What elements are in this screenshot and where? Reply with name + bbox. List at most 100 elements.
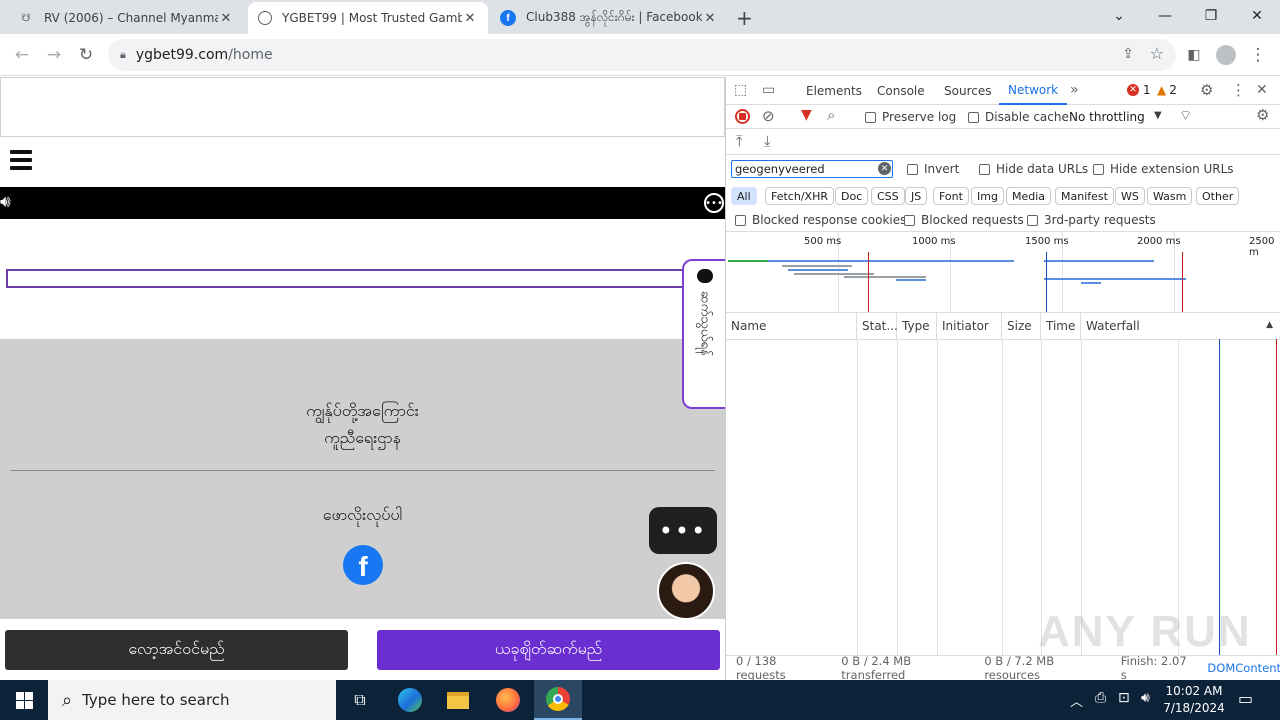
inspect-element-icon[interactable]: ⬚: [734, 82, 747, 98]
help-center-link[interactable]: ကူညီရေးဌာန: [0, 427, 725, 451]
column-type[interactable]: Type: [897, 313, 937, 339]
more-tabs-icon[interactable]: »: [1070, 82, 1079, 98]
blocked-requests-checkbox[interactable]: Blocked requests: [904, 213, 1024, 227]
tab-network[interactable]: Network: [999, 77, 1068, 105]
clear-filter-icon[interactable]: ✕: [878, 162, 891, 175]
side-panel-icon[interactable]: ◧: [1180, 41, 1208, 69]
close-devtools-icon[interactable]: ✕: [1256, 82, 1268, 98]
tab-search-icon[interactable]: ⌄: [1096, 0, 1142, 32]
address-bar[interactable]: 🔒︎ ygbet99.com /home ⇪ ☆: [108, 39, 1176, 71]
speaker-icon[interactable]: 🔊︎: [0, 192, 11, 212]
bookmark-star-icon[interactable]: ☆: [1150, 44, 1164, 63]
taskbar-search-box[interactable]: ⌕ Type here to search: [48, 680, 336, 720]
column-name[interactable]: Name: [726, 313, 857, 339]
windows-start-icon[interactable]: [0, 680, 48, 720]
filter-wasm[interactable]: Wasm: [1147, 187, 1193, 205]
column-size[interactable]: Size: [1002, 313, 1041, 339]
throttling-select[interactable]: No throttling: [1069, 110, 1145, 124]
filter-img[interactable]: Img: [971, 187, 1004, 205]
reload-icon[interactable]: ↻: [72, 41, 100, 69]
filter-font[interactable]: Font: [933, 187, 969, 205]
edge-icon[interactable]: [386, 680, 434, 720]
preserve-log-checkbox[interactable]: Preserve log: [865, 110, 956, 124]
device-icon[interactable]: ⎙: [1095, 690, 1106, 706]
facebook-icon[interactable]: f: [343, 545, 383, 585]
new-tab-button[interactable]: +: [736, 6, 753, 30]
close-tab-icon[interactable]: ✕: [462, 11, 478, 26]
blocked-response-cookies-checkbox[interactable]: Blocked response cookies: [735, 213, 906, 227]
preserve-log-label: Preserve log: [882, 110, 957, 124]
firefox-icon[interactable]: [484, 680, 532, 720]
tab-sources[interactable]: Sources: [944, 77, 991, 105]
file-explorer-icon[interactable]: [434, 680, 482, 720]
support-agent-avatar[interactable]: [657, 562, 715, 620]
column-initiator[interactable]: Initiator: [937, 313, 1002, 339]
warning-indicator[interactable]: ▲ 2: [1157, 83, 1177, 97]
login-button[interactable]: လော့အင်ဝင်မည်: [5, 630, 348, 670]
hamburger-menu-icon[interactable]: [10, 150, 32, 170]
domcontent-time: DOMContent: [1207, 661, 1280, 675]
register-button[interactable]: ယခုစျိတ်ဆက်မည်: [377, 630, 720, 670]
throttling-dropdown-icon[interactable]: ▼: [1154, 110, 1162, 121]
filter-css[interactable]: CSS: [871, 187, 905, 205]
close-tab-icon[interactable]: ✕: [702, 11, 718, 26]
column-status[interactable]: Stat...: [857, 313, 898, 339]
devtools-menu-icon[interactable]: ⋮: [1231, 81, 1246, 99]
export-har-icon[interactable]: ⤓: [764, 132, 771, 150]
column-time[interactable]: Time: [1041, 313, 1081, 339]
error-indicator[interactable]: ✕ 1: [1127, 83, 1151, 97]
disable-cache-checkbox[interactable]: Disable cache: [968, 110, 1069, 124]
about-us-link[interactable]: ကျွန်ုပ်တို့အကြောင်း: [0, 400, 725, 424]
filter-doc[interactable]: Doc: [835, 187, 869, 205]
maximize-icon[interactable]: ❐: [1188, 0, 1234, 32]
filter-icon[interactable]: ▼: [801, 107, 812, 123]
notification-icon[interactable]: ▭: [1238, 689, 1253, 708]
filter-media[interactable]: Media: [1006, 187, 1052, 205]
close-tab-icon[interactable]: ✕: [218, 11, 234, 26]
more-options-icon[interactable]: •••: [704, 193, 724, 213]
chrome-icon[interactable]: [534, 680, 582, 720]
import-har-icon[interactable]: ⤒: [736, 132, 743, 150]
tab-ygbet99[interactable]: YGBET99 | Most Trusted Gamblin ✕: [248, 2, 488, 34]
chat-bubble-button[interactable]: •••: [649, 507, 717, 554]
search-icon[interactable]: ⌕: [827, 106, 835, 124]
filter-fetch-xhr[interactable]: Fetch/XHR: [765, 187, 834, 205]
contact-side-tab[interactable]: ဆက်သွယ်ရန်: [682, 259, 725, 409]
forward-icon[interactable]: →: [40, 41, 68, 69]
devtools-settings-icon[interactable]: ⚙: [1200, 81, 1213, 99]
tab-console[interactable]: Console: [877, 77, 925, 105]
devtools-panel: ⬚ ▭ Elements Console Sources Network » ✕…: [725, 77, 1280, 682]
filter-ws[interactable]: WS: [1115, 187, 1145, 205]
filter-manifest[interactable]: Manifest: [1055, 187, 1114, 205]
device-toolbar-icon[interactable]: ▭: [762, 82, 775, 98]
browser-menu-icon[interactable]: ⋮: [1244, 41, 1272, 69]
filter-js[interactable]: JS: [905, 187, 928, 205]
tab-elements[interactable]: Elements: [806, 77, 862, 105]
third-party-requests-checkbox[interactable]: 3rd-party requests: [1027, 213, 1156, 227]
network-icon[interactable]: ⊡: [1118, 690, 1130, 706]
task-view-icon[interactable]: ⧉: [336, 680, 384, 720]
system-clock[interactable]: 10:02 AM 7/18/2024: [1162, 683, 1226, 717]
network-overview-timeline[interactable]: 500 ms 1000 ms 1500 ms 2000 ms 2500 m: [726, 231, 1280, 313]
hide-data-urls-checkbox[interactable]: Hide data URLs: [979, 162, 1088, 176]
record-icon[interactable]: [735, 109, 750, 124]
column-waterfall[interactable]: Waterfall ▲: [1081, 313, 1280, 339]
back-icon[interactable]: ←: [8, 41, 36, 69]
close-window-icon[interactable]: ✕: [1234, 0, 1280, 32]
minimize-icon[interactable]: —: [1142, 0, 1188, 32]
volume-icon[interactable]: 🔊︎: [1141, 690, 1150, 706]
share-icon[interactable]: ⇪: [1122, 46, 1134, 62]
tab-facebook[interactable]: f Club388 အွန်လိုင်းဂိမ်း | Facebook ✕: [490, 2, 728, 34]
show-hidden-icons[interactable]: ︿: [1070, 691, 1083, 710]
network-conditions-icon[interactable]: ⌔: [1179, 107, 1192, 125]
profile-avatar-icon[interactable]: [1212, 41, 1240, 69]
invert-checkbox[interactable]: Invert: [907, 162, 959, 176]
clear-icon[interactable]: ⊘: [762, 107, 775, 125]
filter-other[interactable]: Other: [1196, 187, 1240, 205]
tab-channel-myanmar[interactable]: ☋ RV (2006) – Channel Myanmar ✕: [8, 2, 244, 34]
lock-icon[interactable]: 🔒︎: [120, 48, 126, 62]
hide-extension-urls-checkbox[interactable]: Hide extension URLs: [1093, 162, 1234, 176]
network-settings-icon[interactable]: ⚙: [1256, 106, 1269, 124]
filter-input[interactable]: geogenyveered: [731, 160, 893, 178]
filter-all[interactable]: All: [731, 187, 757, 205]
